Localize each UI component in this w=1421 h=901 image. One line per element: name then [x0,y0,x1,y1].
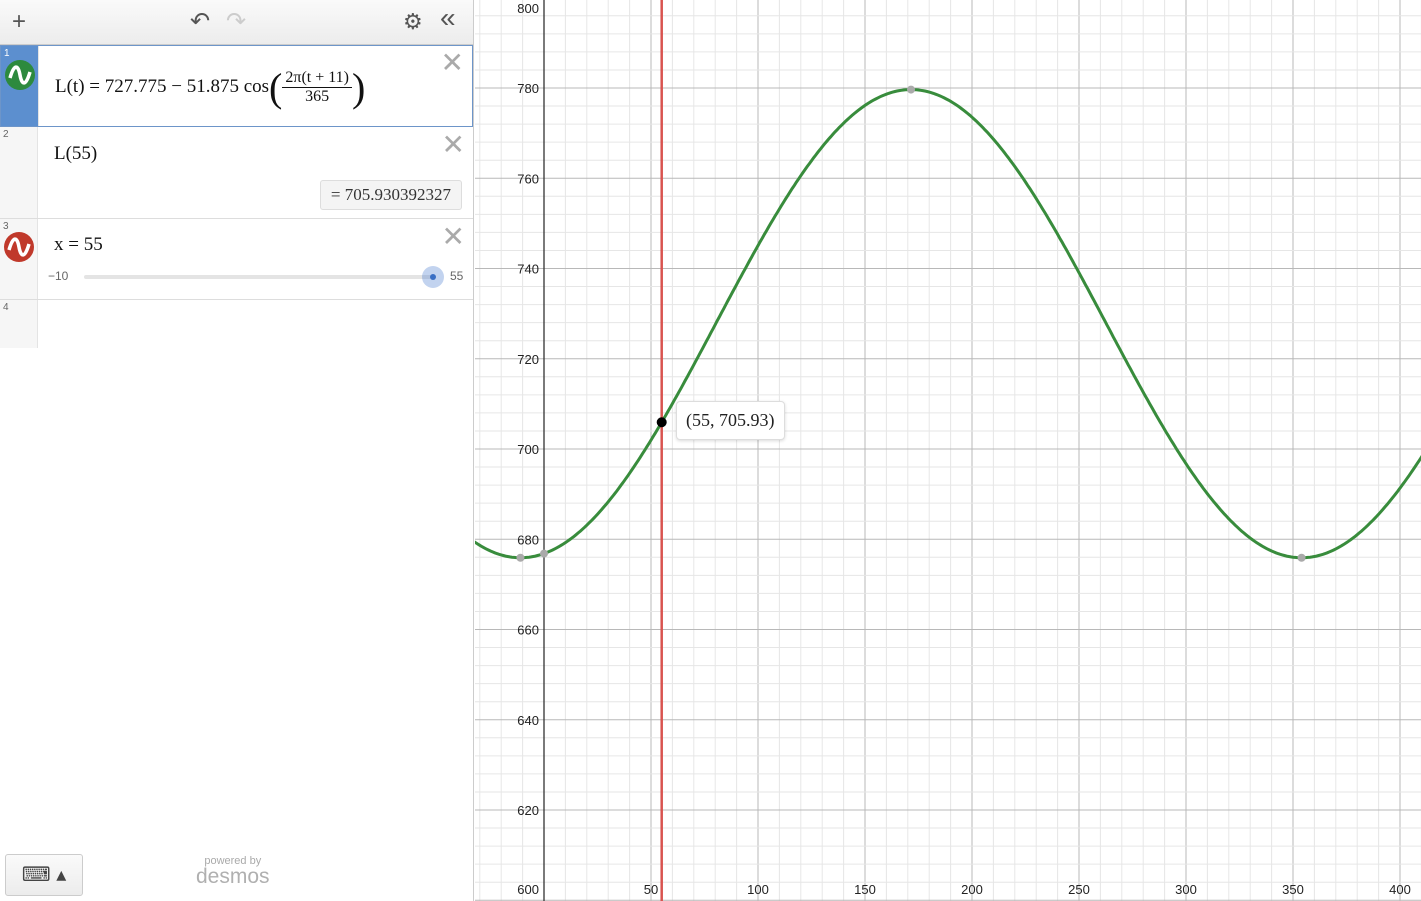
y-tick-label: 600 [517,882,539,897]
intersection-point [656,417,667,428]
y-tick-label: 620 [517,803,539,818]
slider-min[interactable]: −10 [48,269,68,283]
keyboard-toggle-button[interactable]: ⌨ ▴ [5,854,83,896]
collapse-panel-button[interactable]: « [440,4,456,32]
graph-wave-icon[interactable] [4,232,34,262]
expression-row-3[interactable]: 3 x = 55 −10 55 ✕ [0,219,473,300]
expression-lhs: L(t) = 727.775 − 51.875 cos [55,75,270,97]
powered-by-desmos[interactable]: powered by desmos [196,855,270,887]
y-tick-label: 780 [517,81,539,96]
delete-expression-icon[interactable]: ✕ [442,131,465,159]
undo-button[interactable]: ↶ [190,8,210,36]
x-tick-label: 300 [1175,882,1197,897]
delete-expression-icon[interactable]: ✕ [441,49,464,77]
fraction-numerator: 2π(t + 11) [282,69,352,88]
x-tick-label: 50 [644,882,658,897]
evaluation-result: = 705.930392327 [319,180,462,210]
slider-thumb[interactable] [422,266,444,288]
settings-gear-icon[interactable]: ⚙ [403,8,423,36]
x-tick-label: 200 [961,882,983,897]
graph-canvas[interactable]: 50 100 150 200 250 300 350 400 600 620 640 660 680 70… [475,0,1421,901]
y-tick-label: 700 [517,442,539,457]
desmos-logo: desmos [196,865,270,888]
expression-gutter: 1 [1,46,39,126]
graph-wave-icon[interactable] [5,60,35,90]
expression-row-2[interactable]: 2 L(55) = 705.930392327 ✕ [0,127,473,219]
y-tick-label: 740 [517,262,539,277]
y-tick-label: 760 [517,171,539,186]
extremum-point [540,549,548,558]
toolbar: + ↶ ↷ ⚙ « [0,0,473,45]
expression-gutter: 4 [0,300,38,348]
fraction-denominator: 365 [305,88,330,105]
y-tick-label: 680 [517,532,539,547]
x-tick-label: 350 [1282,882,1304,897]
x-tick-label: 150 [854,882,876,897]
extremum-point [1297,553,1306,562]
expression-panel: + ↶ ↷ ⚙ « 1 L(t) = 727.775 − 51.875 cos(… [0,0,474,901]
extremum-point [907,85,916,94]
x-tick-label: 250 [1068,882,1090,897]
delete-expression-icon[interactable]: ✕ [442,223,465,251]
expression-number: 3 [3,221,9,232]
x-tick-label: 100 [747,882,769,897]
slider-track[interactable] [84,266,444,288]
y-tick-label: 640 [517,713,539,728]
y-tick-label: 660 [517,623,539,638]
extremum-point [516,553,525,562]
expression-row-4[interactable]: 4 [0,300,473,348]
slider-max[interactable]: 55 [450,269,463,283]
x-tick-label: 400 [1389,882,1411,897]
expression-gutter: 2 [0,127,38,218]
expression-number: 2 [3,129,9,140]
expression-number: 1 [4,48,10,59]
expression-number: 4 [3,302,9,313]
expression-math[interactable]: x = 55 [54,234,103,256]
expression-row-1[interactable]: 1 L(t) = 727.775 − 51.875 cos(2π(t + 11)… [0,45,473,127]
expression-math[interactable]: L(t) = 727.775 − 51.875 cos(2π(t + 11) 36… [55,64,365,111]
add-expression-button[interactable]: + [12,8,26,36]
y-tick-label: 800 [517,1,539,16]
point-tooltip: (55, 705.93) [676,401,785,440]
expression-gutter: 3 [0,219,38,299]
expression-math[interactable]: L(55) [54,143,97,165]
redo-button[interactable]: ↷ [226,8,246,36]
y-tick-label: 720 [517,352,539,367]
